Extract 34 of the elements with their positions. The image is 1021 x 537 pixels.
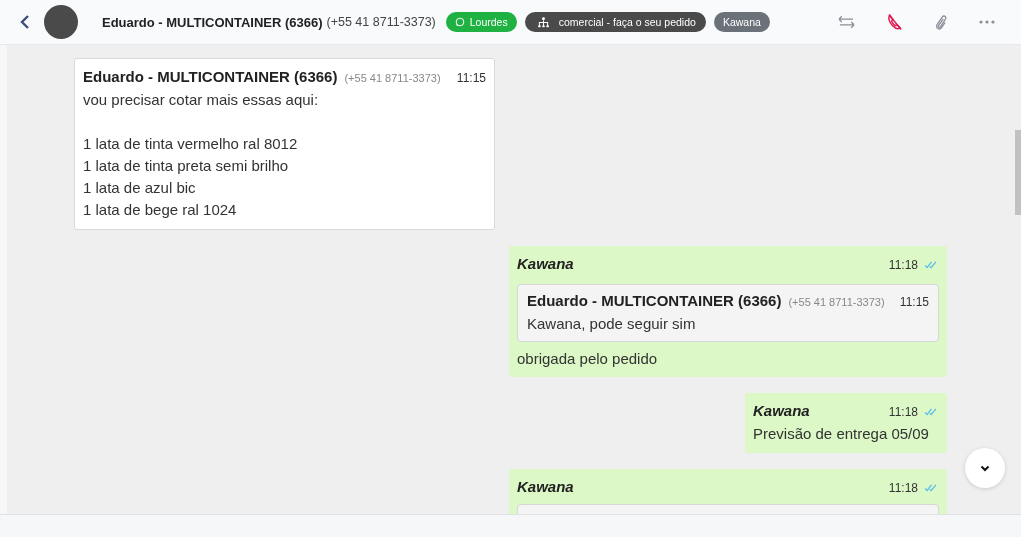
avatar — [44, 5, 78, 39]
tag: Lourdes — [445, 12, 517, 32]
contact-phone: (+55 41 8711-3373) — [326, 15, 436, 29]
sender-name: Eduardo - MULTICONTAINER (6366) — [527, 291, 782, 311]
tag: Kawana — [713, 12, 770, 32]
sender-phone: (+55 41 8711-3373) — [788, 295, 885, 310]
message-time: 11:18 — [888, 404, 918, 421]
sender-name: Eduardo - MULTICONTAINER (6366) — [83, 67, 338, 87]
hierarchy-icon — [536, 16, 550, 28]
message-time: 11:15 — [456, 70, 486, 87]
message-text: Kawana, pode seguir sim — [527, 314, 697, 334]
sender-name: Kawana — [517, 477, 574, 497]
message-text: Previsão de entrega 05/09 — [753, 424, 930, 444]
message-text: 1 lata de tinta vermelho ral 8012 — [83, 134, 299, 154]
sender-phone: (+55 41 8711-3373) — [344, 71, 441, 86]
sender-name: Kawana — [753, 401, 810, 421]
message-text: obrigada pelo pedido — [517, 349, 659, 369]
message-time: 11:15 — [899, 294, 929, 311]
message-time: 11:18 — [888, 257, 918, 274]
message-time: 11:18 — [888, 480, 918, 497]
message-text: 1 lata de tinta preta semi brilho — [83, 156, 290, 176]
message-text: vou precisar cotar mais essas aqui: — [83, 90, 320, 110]
scrollbar[interactable] — [1015, 130, 1021, 215]
back-chevron-icon[interactable] — [20, 15, 30, 29]
tag: comercial - faça o seu pedido — [524, 12, 706, 32]
message-text: 1 lata de bege ral 1024 — [83, 200, 238, 220]
chevron-down-icon — [980, 464, 990, 472]
more-icon[interactable] — [979, 20, 995, 24]
contact-name: Eduardo - MULTICONTAINER (6366) — [102, 14, 323, 30]
message-text: 1 lata de azul bic — [83, 178, 197, 198]
chat-bubble-icon — [454, 17, 465, 27]
sender-name: Kawana — [517, 254, 574, 274]
paperclip-icon[interactable] — [934, 13, 947, 31]
swap-arrows-icon[interactable] — [838, 15, 855, 29]
